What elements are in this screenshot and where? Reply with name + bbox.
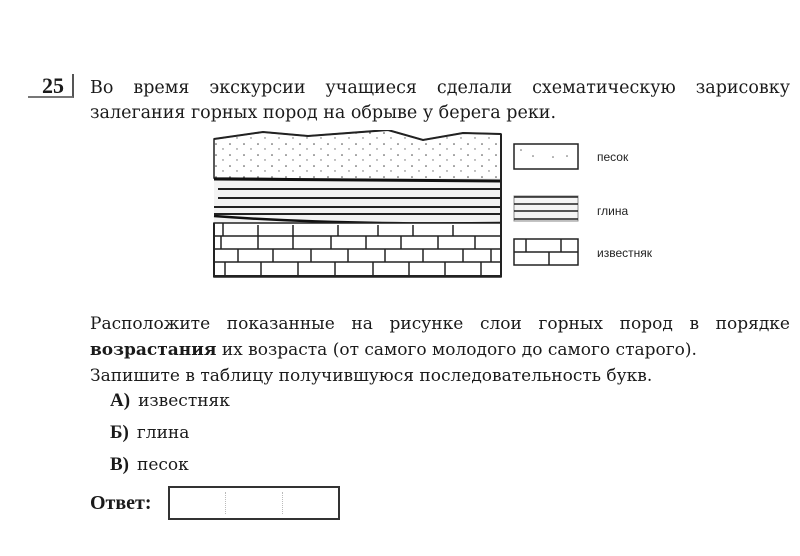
intro-line-1: Во время экскурсии учащиеся сделали схем… [90,78,790,98]
option-letter: В) [110,454,129,475]
instruction-bold-word: возрастания [90,340,217,360]
answer-cell-2[interactable] [226,492,283,514]
legend-sand-swatch [513,143,579,170]
legend-clay-label: глина [597,204,629,218]
clay-layer [213,177,502,226]
instruction-line-3: Запишите в таблицу получившуюся последов… [90,366,653,386]
instruction-line-2: их возраста (от самого молодого до самог… [216,340,697,360]
legend-clay-swatch [513,195,579,222]
instruction-line-1: Расположите показанные на рисунке слои г… [90,314,790,334]
option-letter: А) [110,390,131,411]
sand-layer [213,130,502,182]
task-number: 25 [28,74,74,98]
rock-layers-figure [213,130,502,278]
option-text: песок [137,455,189,475]
intro-line-2: залегания горных пород на обрыве у берег… [90,103,557,123]
option-a: А) известняк [110,390,230,412]
option-text: глина [136,423,190,443]
task-intro: Во время экскурсии учащиеся сделали схем… [90,76,790,126]
legend-limestone-swatch [513,238,579,266]
legend-limestone-label: известняк [597,246,652,260]
option-b: Б) глина [110,422,189,444]
legend-sand-label: песок [597,150,629,164]
answer-cell-3[interactable] [283,492,338,514]
answer-label: Ответ: [90,492,152,514]
answer-cell-1[interactable] [170,492,227,514]
answer-table[interactable] [168,486,340,520]
option-letter: Б) [110,422,129,443]
option-text: известняк [138,391,230,411]
option-c: В) песок [110,454,189,476]
task-instruction: Расположите показанные на рисунке слои г… [90,311,790,389]
